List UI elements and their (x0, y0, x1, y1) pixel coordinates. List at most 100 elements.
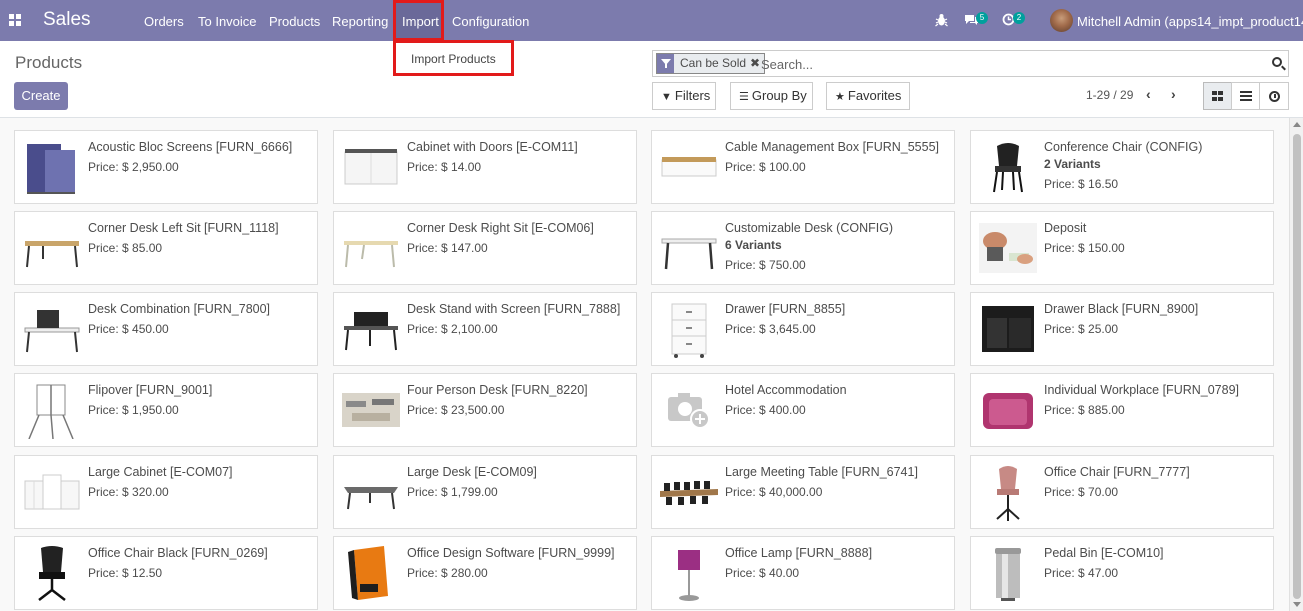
product-name: Drawer [FURN_8855] (725, 302, 846, 316)
search-icon[interactable] (1272, 57, 1282, 67)
product-name: Corner Desk Left Sit [FURN_1118] (88, 221, 279, 235)
menu-reporting[interactable]: Reporting (332, 14, 388, 29)
desk-screen-icon (344, 312, 398, 351)
kanban-view-button[interactable] (1203, 82, 1232, 110)
product-card[interactable]: Cable Management Box [FURN_5555] Price: $… (651, 130, 955, 204)
search-facet: Can be Sold ✖ (656, 53, 766, 74)
product-name: Pedal Bin [E-COM10] (1044, 546, 1164, 560)
pink-booth-icon (983, 393, 1033, 429)
list-view-button[interactable] (1231, 82, 1260, 110)
product-card[interactable]: Desk Stand with Screen [FURN_7888] Price:… (333, 292, 637, 366)
favorites-label: Favorites (847, 88, 902, 103)
bug-icon[interactable] (935, 13, 948, 27)
user-avatar[interactable] (1050, 9, 1073, 32)
product-card[interactable]: Hotel Accommodation Price: $ 400.00 (651, 373, 955, 447)
menu-orders[interactable]: Orders (144, 14, 184, 29)
product-card[interactable]: Cabinet with Doors [E-COM11] Price: $ 14.… (333, 130, 637, 204)
pager-next-icon[interactable]: › (1171, 86, 1176, 102)
product-price: Price: $ 1,799.00 (407, 485, 498, 499)
import-products-item[interactable]: Import Products (411, 52, 496, 66)
product-card[interactable]: Office Design Software [FURN_9999] Price:… (333, 536, 637, 610)
cable-box-icon (661, 157, 717, 177)
app-brand[interactable]: Sales (43, 9, 91, 31)
product-variants: 6 Variants (725, 238, 782, 252)
scroll-up-arrow-icon[interactable] (1293, 122, 1301, 127)
product-card[interactable]: Deposit Price: $ 150.00 (970, 211, 1274, 285)
product-name: Large Meeting Table [FURN_6741] (725, 465, 918, 479)
product-name: Acoustic Bloc Screens [FURN_6666] (88, 140, 293, 154)
scroll-down-arrow-icon[interactable] (1293, 602, 1301, 607)
product-card[interactable]: Drawer Black [FURN_8900] Price: $ 25.00 (970, 292, 1274, 366)
product-name: Drawer Black [FURN_8900] (1044, 302, 1199, 316)
product-card[interactable]: Corner Desk Right Sit [E-COM06] Price: $ … (333, 211, 637, 285)
product-card[interactable]: Large Cabinet [E-COM07] Price: $ 320.00 (14, 455, 318, 529)
apps-menu-icon[interactable] (9, 14, 21, 26)
product-name: Conference Chair (CONFIG) (1044, 140, 1203, 154)
product-price: Price: $ 3,645.00 (725, 322, 816, 336)
group-by-button[interactable]: ☰ Group By (730, 82, 813, 110)
menu-import[interactable]: Import (393, 0, 444, 41)
large-cabinet-icon (24, 474, 80, 510)
search-input[interactable] (761, 57, 1161, 72)
product-card[interactable]: Large Meeting Table [FURN_6741] Price: $ … (651, 455, 955, 529)
flipchart-icon (28, 384, 74, 439)
product-name: Office Chair [FURN_7777] (1044, 465, 1190, 479)
product-card[interactable]: Acoustic Bloc Screens [FURN_6666] Price: … (14, 130, 318, 204)
desk-wood-icon (25, 241, 79, 268)
product-card[interactable]: Customizable Desk (CONFIG) 6 Variants Pric… (651, 211, 955, 285)
pager-value[interactable]: 1-29 / 29 (1086, 88, 1133, 102)
product-price: Price: $ 2,100.00 (407, 322, 498, 336)
menu-products[interactable]: Products (269, 14, 320, 29)
product-price: Price: $ 2,950.00 (88, 160, 179, 174)
create-button[interactable]: Create (14, 82, 68, 110)
product-name: Desk Combination [FURN_7800] (88, 302, 271, 316)
activity-view-button[interactable] (1259, 82, 1289, 110)
product-variants: 2 Variants (1044, 157, 1101, 171)
product-price: Price: $ 750.00 (725, 258, 806, 272)
product-card[interactable]: Flipover [FURN_9001] Price: $ 1,950.00 (14, 373, 318, 447)
product-card[interactable]: Four Person Desk [FURN_8220] Price: $ 23,… (333, 373, 637, 447)
product-name: Flipover [FURN_9001] (88, 383, 213, 397)
product-card[interactable]: Individual Workplace [FURN_0789] Price: $… (970, 373, 1274, 447)
product-card[interactable]: Large Desk [E-COM09] Price: $ 1,799.00 (333, 455, 637, 529)
scroll-thumb[interactable] (1293, 134, 1301, 599)
product-kanban: Acoustic Bloc Screens [FURN_6666] Price: … (0, 118, 1289, 611)
product-name: Desk Stand with Screen [FURN_7888] (407, 302, 621, 316)
product-name: Customizable Desk (CONFIG) (725, 221, 894, 235)
scrollbar[interactable] (1289, 118, 1303, 611)
menu-to-invoice[interactable]: To Invoice (198, 14, 257, 29)
facet-label: Can be Sold (680, 56, 747, 70)
deposit-hands-icon (979, 223, 1037, 273)
product-name: Corner Desk Right Sit [E-COM06] (407, 221, 594, 235)
product-card[interactable]: Office Chair [FURN_7777] Price: $ 70.00 (970, 455, 1274, 529)
product-name: Large Desk [E-COM09] (407, 465, 537, 479)
large-desk-icon (344, 487, 398, 510)
page-title: Products (15, 53, 83, 72)
kanban-icon (1212, 91, 1223, 101)
product-card[interactable]: Pedal Bin [E-COM10] Price: $ 47.00 (970, 536, 1274, 610)
product-card[interactable]: Conference Chair (CONFIG) 2 Variants Price… (970, 130, 1274, 204)
import-dropdown: Import Products (393, 40, 514, 76)
filter-icon: ▼ (661, 91, 672, 103)
favorites-button[interactable]: ★ Favorites (826, 82, 910, 110)
product-card[interactable]: Drawer [FURN_8855] Price: $ 3,645.00 (651, 292, 955, 366)
filter-facet-icon (657, 54, 674, 73)
filters-button[interactable]: ▼ Filters (652, 82, 716, 110)
product-card[interactable]: Corner Desk Left Sit [FURN_1118] Price: $… (14, 211, 318, 285)
pager-previous-icon[interactable]: ‹ (1146, 86, 1151, 102)
drawer-white-icon (671, 303, 707, 358)
group-by-label: Group By (751, 88, 807, 103)
menu-configuration[interactable]: Configuration (452, 14, 529, 29)
product-card[interactable]: Office Chair Black [FURN_0269] Price: $ 1… (14, 536, 318, 610)
product-price: Price: $ 25.00 (1044, 322, 1119, 336)
product-name: Office Design Software [FURN_9999] (407, 546, 615, 560)
meeting-table-icon (660, 481, 718, 505)
bars-icon: ☰ (739, 91, 749, 103)
product-card[interactable]: Desk Combination [FURN_7800] Price: $ 450… (14, 292, 318, 366)
office-photo-icon (342, 393, 400, 427)
messages-badge: 5 (976, 12, 988, 24)
camera-placeholder-icon (662, 385, 716, 435)
user-menu[interactable]: Mitchell Admin (apps14_impt_product14) (1077, 14, 1303, 29)
product-price: Price: $ 47.00 (1044, 566, 1119, 580)
product-card[interactable]: Office Lamp [FURN_8888] Price: $ 40.00 (651, 536, 955, 610)
